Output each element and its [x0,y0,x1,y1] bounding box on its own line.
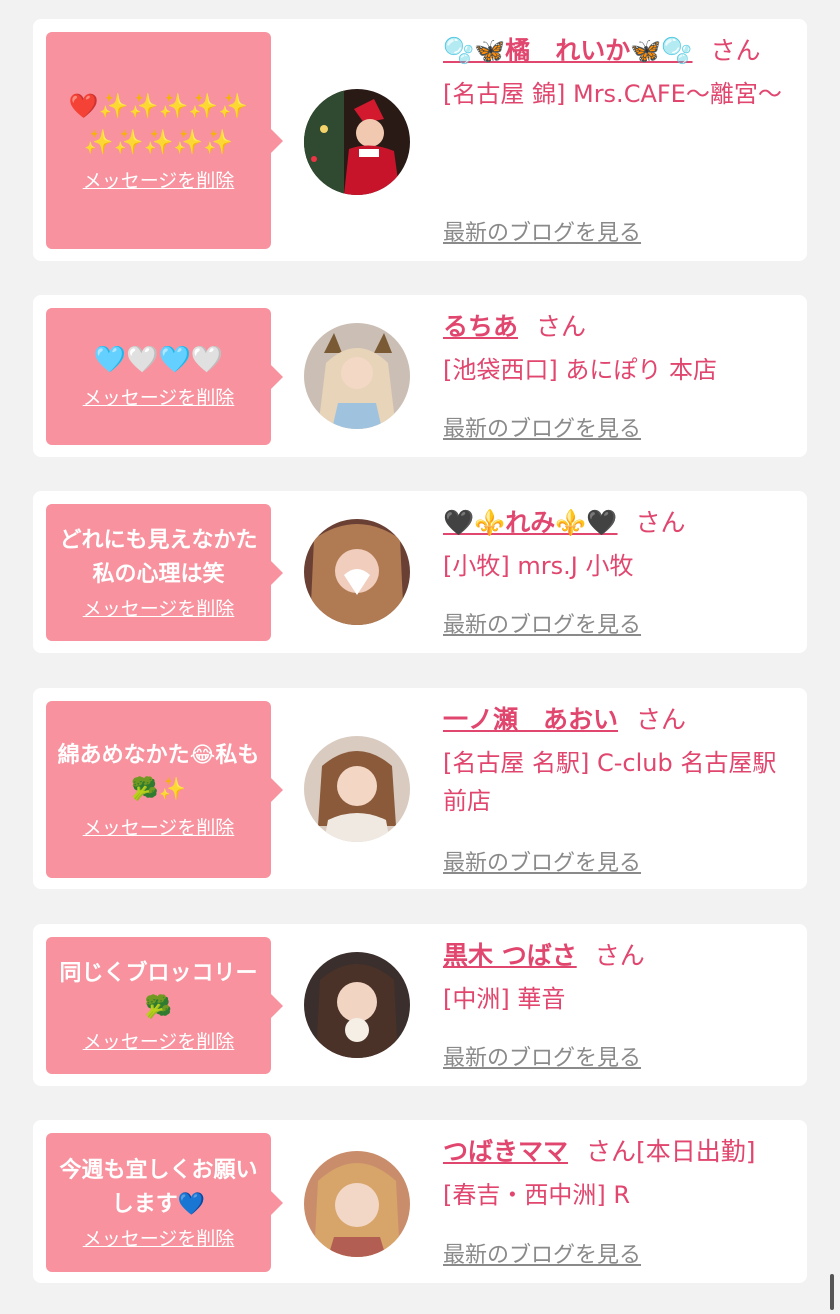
avatar[interactable] [304,519,410,625]
cast-name-link[interactable]: 🖤⚜️れみ⚜️🖤 [443,508,618,537]
avatar[interactable] [304,736,410,842]
honorific: さん [636,705,687,734]
cast-info: 黒木 つばさ さん [中洲] 華音 [443,936,793,1018]
latest-blog-link[interactable]: 最新のブログを見る [443,845,641,877]
cast-name-link[interactable]: 一ノ瀬 あおい [443,705,618,734]
shop-name: [名古屋 錦] Mrs.CAFE〜離宮〜 [443,80,782,108]
honorific: さん [586,1137,637,1166]
latest-blog-link[interactable]: 最新のブログを見る [443,1040,641,1072]
message-text: どれにも見えなかた私の心理は笑 [59,528,258,587]
message-bubble: 今週も宜しくお願いします💙 メッセージを削除 [46,1133,283,1272]
delete-message-link[interactable]: メッセージを削除 [83,813,235,840]
message-bubble: どれにも見えなかた私の心理は笑 メッセージを削除 [46,504,283,641]
message-card: 今週も宜しくお願いします💙 メッセージを削除 つばきママ さん[本日出勤] [春吉… [33,1120,807,1283]
honorific: さん [635,508,686,537]
message-text: 綿あめなかた😂私も🥦✨ [57,743,260,802]
scrollbar[interactable] [830,1274,834,1310]
message-card: ❤️✨✨✨✨✨✨✨✨✨✨ メッセージを削除 🫧🦋橘 れいか🦋🫧 さん [名古屋 錦… [33,19,807,261]
shop-name: [中洲] 華音 [443,985,566,1013]
avatar[interactable] [304,323,410,429]
message-card: 同じくブロッコリー🥦 メッセージを削除 黒木 つばさ さん [中洲] 華音 最新の… [33,924,807,1086]
latest-blog-link[interactable]: 最新のブログを見る [443,411,641,443]
cast-info: 🖤⚜️れみ⚜️🖤 さん [小牧] mrs.J 小牧 [443,503,793,585]
message-bubble: 🩵🤍🩵🤍 メッセージを削除 [46,308,283,445]
message-card: 🩵🤍🩵🤍 メッセージを削除 るちあ さん [池袋西口] あにぽり 本店 最新のブロ… [33,295,807,457]
honorific: さん [710,36,761,65]
honorific: さん [536,312,587,341]
shop-name: [池袋西口] あにぽり 本店 [443,356,717,384]
delete-message-link[interactable]: メッセージを削除 [83,594,235,621]
message-bubble: 綿あめなかた😂私も🥦✨ メッセージを削除 [46,701,283,878]
message-card: 綿あめなかた😂私も🥦✨ メッセージを削除 一ノ瀬 あおい さん [名古屋 名駅] … [33,688,807,889]
delete-message-link[interactable]: メッセージを削除 [83,1224,235,1251]
cast-info: 一ノ瀬 あおい さん [名古屋 名駅] C-club 名古屋駅前店 [443,700,793,820]
avatar[interactable] [304,1151,410,1257]
cast-name-link[interactable]: 黒木 つばさ [443,941,577,970]
honorific: さん [594,941,645,970]
message-text: 🩵🤍🩵🤍 [93,345,224,375]
cast-info: るちあ さん [池袋西口] あにぽり 本店 [443,307,793,389]
cast-info: つばきママ さん[本日出勤] [春吉・西中洲] R [443,1132,793,1214]
message-bubble: ❤️✨✨✨✨✨✨✨✨✨✨ メッセージを削除 [46,32,283,249]
latest-blog-link[interactable]: 最新のブログを見る [443,607,641,639]
delete-message-link[interactable]: メッセージを削除 [83,1027,235,1054]
avatar[interactable] [304,952,410,1058]
shop-name: [小牧] mrs.J 小牧 [443,552,634,580]
cast-info: 🫧🦋橘 れいか🦋🫧 さん [名古屋 錦] Mrs.CAFE〜離宮〜 [443,31,793,113]
cast-name-link[interactable]: 🫧🦋橘 れいか🦋🫧 [443,36,693,65]
delete-message-link[interactable]: メッセージを削除 [83,383,235,410]
latest-blog-link[interactable]: 最新のブログを見る [443,215,641,247]
message-text: ❤️✨✨✨✨✨✨✨✨✨✨ [68,92,249,156]
message-bubble: 同じくブロッコリー🥦 メッセージを削除 [46,937,283,1074]
latest-blog-link[interactable]: 最新のブログを見る [443,1237,641,1269]
message-text: 同じくブロッコリー🥦 [59,961,258,1020]
delete-message-link[interactable]: メッセージを削除 [83,166,235,193]
avatar[interactable] [304,89,410,195]
shop-name: [春吉・西中洲] R [443,1181,631,1209]
cast-name-link[interactable]: るちあ [443,312,518,341]
shop-name: [名古屋 名駅] C-club 名古屋駅前店 [443,749,777,815]
cast-name-link[interactable]: つばきママ [443,1137,568,1166]
message-card: どれにも見えなかた私の心理は笑 メッセージを削除 🖤⚜️れみ⚜️🖤 さん [小牧]… [33,491,807,653]
message-text: 今週も宜しくお願いします💙 [59,1158,258,1217]
status-badge: [本日出勤] [636,1137,756,1166]
